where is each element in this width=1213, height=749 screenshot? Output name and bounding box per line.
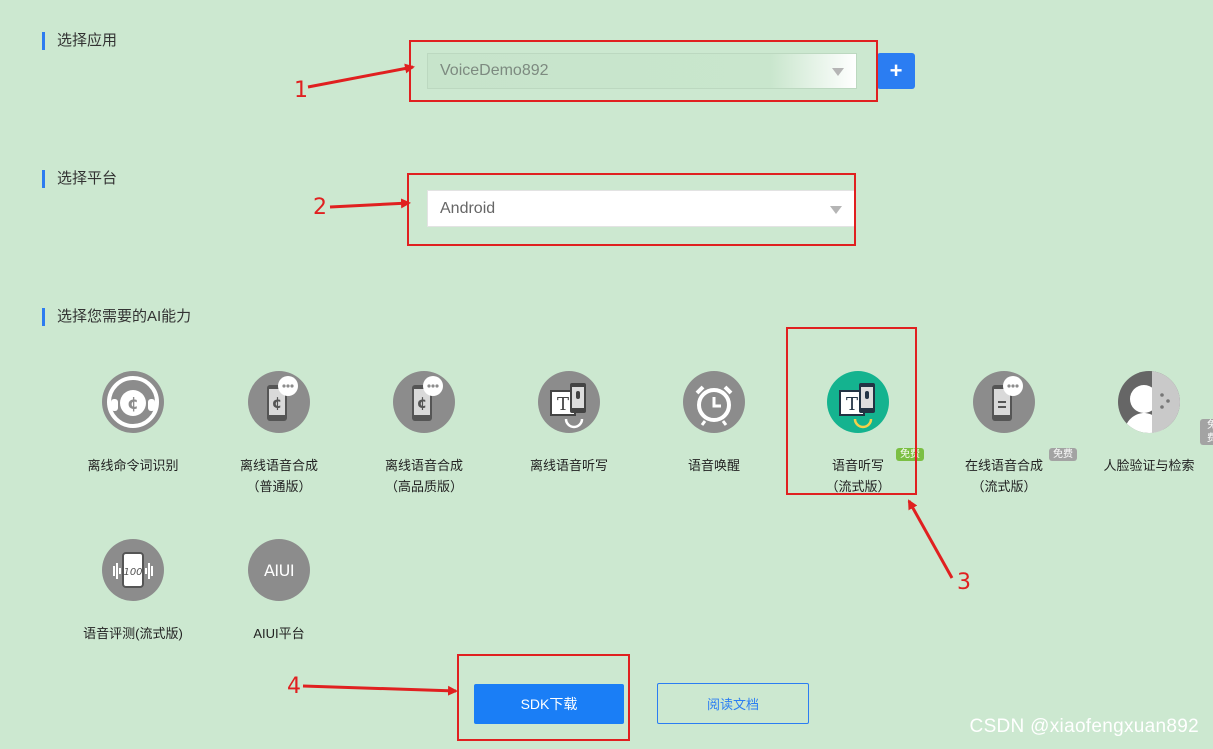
- annotation-box-4: [457, 654, 630, 741]
- capability-wakeup[interactable]: 语音唤醒: [639, 371, 789, 476]
- annotation-number-4: 4: [287, 674, 301, 699]
- read-docs-button[interactable]: 阅读文档: [657, 683, 809, 724]
- capability-face[interactable]: 人脸验证与检索 免费: [1074, 371, 1213, 476]
- svg-text:¢: ¢: [127, 394, 139, 414]
- svg-text:¢: ¢: [417, 394, 427, 412]
- annotation-box-2: [407, 173, 856, 246]
- svg-text:100: 100: [123, 567, 142, 578]
- capability-label: 语音唤醒: [687, 458, 740, 473]
- capability-offline-dictation[interactable]: T 离线语音听写: [494, 371, 644, 476]
- score-phone-icon: 100: [102, 539, 164, 601]
- capability-label: 离线命令词识别: [87, 458, 179, 473]
- phone-chat-icon: [973, 371, 1035, 433]
- annotation-box-3: [786, 327, 917, 495]
- annotation-number-3: 3: [957, 570, 971, 595]
- add-app-button[interactable]: +: [877, 53, 915, 89]
- capability-label: 在线语音合成 （流式版）: [964, 458, 1043, 494]
- phone-chat-icon: ¢: [248, 371, 310, 433]
- capability-label: 人脸验证与检索: [1103, 458, 1195, 473]
- alarm-clock-icon: [683, 371, 745, 433]
- capability-evaluation[interactable]: 100 语音评测(流式版): [58, 539, 208, 644]
- headset-icon: ¢: [102, 371, 164, 433]
- annotation-number-2: 2: [313, 195, 327, 220]
- svg-text:¢: ¢: [272, 394, 282, 412]
- capability-label: AIUI平台: [253, 626, 305, 641]
- svg-text:T: T: [557, 394, 569, 415]
- capability-label: 离线语音合成 （高品质版）: [384, 458, 463, 494]
- watermark: CSDN @xiaofengxuan892: [969, 716, 1199, 737]
- free-badge: 免费: [1200, 419, 1213, 445]
- section-title-app: 选择应用: [42, 32, 117, 50]
- text-phone-icon: T: [538, 371, 600, 433]
- free-badge: 免费: [1049, 448, 1077, 461]
- annotation-box-1: [409, 40, 878, 102]
- capability-online-tts[interactable]: 在线语音合成 （流式版） 免费: [929, 371, 1079, 497]
- section-title-platform: 选择平台: [42, 170, 117, 188]
- capability-offline-command[interactable]: ¢ 离线命令词识别: [58, 371, 208, 476]
- capability-offline-tts-hq[interactable]: ¢ 离线语音合成 （高品质版）: [349, 371, 499, 497]
- face-icon: [1118, 371, 1180, 433]
- section-title-ability: 选择您需要的AI能力: [42, 308, 191, 326]
- capability-label: 离线语音合成 （普通版）: [239, 458, 318, 494]
- capability-label: 离线语音听写: [529, 458, 608, 473]
- capability-offline-tts[interactable]: ¢ 离线语音合成 （普通版）: [204, 371, 354, 497]
- capability-label: 语音评测(流式版): [83, 626, 183, 641]
- aiui-icon: AIUI: [248, 539, 310, 601]
- annotation-number-1: 1: [294, 78, 308, 103]
- phone-chat-icon: ¢: [393, 371, 455, 433]
- capability-aiui[interactable]: AIUI AIUI平台: [204, 539, 354, 644]
